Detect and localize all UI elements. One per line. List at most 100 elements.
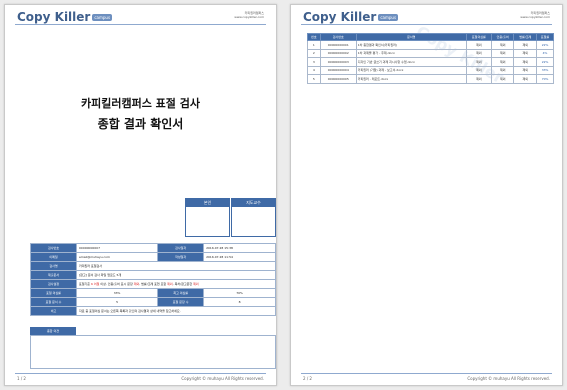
brand-badge: campus [92,13,113,21]
page-number: 2 / 2 [303,376,312,381]
info-key: 최고 의심률 [157,288,205,298]
info-value: 00000000007 [75,243,159,253]
info-key: 제출문서 [30,270,77,280]
settings-text: 표절기준 [79,282,91,286]
info-key: 비고 [30,306,77,316]
document-name: 카피킬러 (기말) 과제 - 보고서.docx [355,65,467,75]
table-row: 3 00000000003 디자인 기반 글쓰기 과제 지시사항 수업.docx… [307,57,554,67]
info-value: 2016.07.28 11:54 [203,252,276,262]
opinion-label: 종합 의견 [30,327,76,335]
header-divider [15,24,266,25]
info-key: 표절 의심률 [30,288,77,298]
brand-badge: campus [378,13,399,21]
header-divider [301,24,552,25]
info-row: 검사명 카피킬러 표절검사 [30,261,276,271]
table-row: 5 00000000005 카피킬러 - 레포트.docx 제외 제외 제외 7… [307,74,554,84]
info-key: 검사명 [30,261,77,271]
report-title-line-2: 종합 결과 확인서 [97,117,184,131]
document-name: 카피킬러 - 레포트.docx [355,74,467,84]
rate-cell: 22% [536,57,554,67]
cell: 제외 [465,74,492,84]
settings-highlight: 제외 [193,282,199,286]
copyright: Copyright © muhayu All Rights reserved. [467,376,550,381]
rate-cell: 22% [536,40,554,50]
page-number: 1 / 2 [17,376,26,381]
footer-divider [301,373,552,374]
cell: 00000000002 [319,48,357,58]
cell: 제외 [465,65,492,75]
cell: 제외 [490,65,515,75]
info-value: 카피킬러 표절검사 [76,261,276,271]
table-row: 4 00000000004 카피킬러 (기말) 과제 - 보고서.docx 제외… [307,65,554,75]
rate-cell: 70% [536,74,554,84]
cell: 5 [307,74,321,84]
info-value: 자료 중 표절의심 문서는 오른쪽 목록과 같으며 검사결과 상세 내역을 참고… [76,306,276,316]
check-settings-value: 표절기준 6 어절 이상, 인용/출처 표시 문장 제외, 법률/조례 표현 포… [76,279,276,289]
header-line-2: www.copykiller.com [520,15,550,19]
results-table: 번호 검사번호 문서명 표절의심률 인용/출처 법률/조례 표절률 1 0000… [307,33,554,84]
cell: 제외 [465,40,492,50]
settings-text: , 목차/참고문헌 [172,282,194,286]
signature-advisor-box [231,207,276,237]
info-key: 검사번호 [30,243,77,253]
cell: 제외 [490,57,515,67]
col-header: 표절의심률 [465,33,492,41]
info-row: 비고 자료 중 표절의심 문서는 오른쪽 목록과 같으며 검사결과 상세 내역을… [30,306,276,316]
info-row: 표절 문서 수 5 표절 문장 수 8 [30,297,276,307]
settings-text: , 법률/조례 표현 포함 [139,282,168,286]
cell: 제외 [513,65,538,75]
settings-text: 이상, 인용/출처 표시 문장 [99,282,134,286]
cell: 00000000004 [319,65,357,75]
info-key: 이메일 [30,252,77,262]
rate-cell: 4% [536,48,554,58]
col-header: 문서명 [355,33,467,41]
info-row: 표절 의심률 33% 최고 의심률 70% [30,288,276,298]
info-key: 표절 문장 수 [157,297,205,307]
info-key: 표절 문서 수 [30,297,77,307]
cell: 2 [307,48,321,58]
results-header-row: 번호 검사번호 문서명 표절의심률 인용/출처 법률/조례 표절률 [307,33,554,41]
cell: 4 [307,65,321,75]
cell: 제외 [490,48,515,58]
cell: 00000000003 [319,57,357,67]
signature-self-label: 본인 [185,198,230,207]
footer-divider [15,373,266,374]
report-title-line-1: 카피킬러캠퍼스 표절 검사 [81,97,200,110]
summary-info-table: 검사번호 00000000007 검사일자 2016.07.28 15:38 이… [30,243,276,316]
col-header: 번호 [307,33,321,41]
rate-cell: 33% [536,65,554,75]
col-header: 법률/조례 [513,33,538,41]
signature-advisor: 지도교수 [231,198,276,237]
info-key: 검사설정 [30,279,77,289]
cell: 제외 [513,57,538,67]
header-line-2: www.copykiller.com [234,15,264,19]
document-name: 1차 종합결과 확인서(카피킬러) [355,40,467,50]
plagiarism-rate: 33% [75,288,159,298]
brand-logo: Copy Killer campus [17,10,113,24]
brand-name: Copy Killer [303,10,377,24]
col-header: 인용/출처 [490,33,515,41]
cell: 00000000005 [319,74,357,84]
report-page-2: Copy Killer campus 카피킬러캠퍼스 www.copykille… [290,4,563,386]
cell: 제외 [465,57,492,67]
info-value: 2016.07.28 15:38 [203,243,276,253]
cell: 제외 [490,74,515,84]
signature-self-box [185,207,230,237]
header-info: 카피킬러캠퍼스 www.copykiller.com [520,11,550,19]
document-name: 1차 과제물 평가 - 주제.docx [355,48,467,58]
max-plagiarism-rate: 70% [203,288,276,298]
cell: 제외 [513,74,538,84]
document-name: 디자인 기반 글쓰기 과제 지시사항 수업.docx [355,57,467,67]
signature-advisor-label: 지도교수 [231,198,276,207]
brand-logo: Copy Killer campus [303,10,399,24]
table-row: 1 00000000001 1차 종합결과 확인서(카피킬러) 제외 제외 제외… [307,40,554,50]
header-info: 카피킬러캠퍼스 www.copykiller.com [234,11,264,19]
cell: 제외 [490,40,515,50]
info-value: 5 [75,297,159,307]
cell: 00000000001 [319,40,357,50]
signature-self: 본인 [185,198,230,237]
cell: 1 [307,40,321,50]
copyright: Copyright © muhayu All Rights reserved. [181,376,264,381]
cell: 제외 [513,40,538,50]
cell: 제외 [465,48,492,58]
